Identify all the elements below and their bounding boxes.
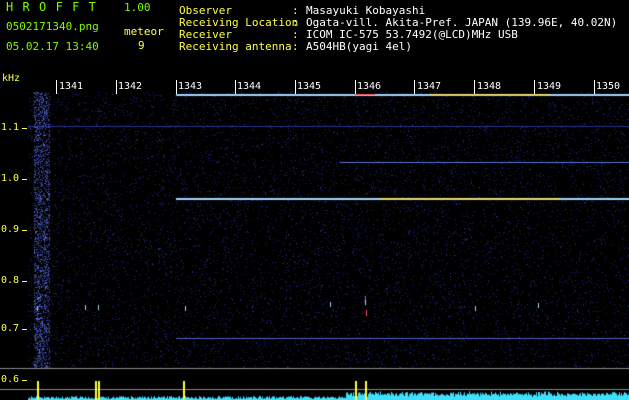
- spectrogram-canvas: [0, 0, 629, 400]
- app-version: 1.00: [124, 1, 151, 14]
- app-title: HROFFT: [6, 0, 106, 14]
- x-tick-label: 1341: [59, 81, 84, 92]
- x-tick-label: 1350: [596, 81, 621, 92]
- y-tick-label: 1.1: [1, 122, 20, 133]
- meteor-label: meteor: [124, 25, 164, 38]
- antenna-separator: :: [292, 40, 299, 53]
- x-tick-mark: [235, 80, 236, 94]
- y-tick-label: 0.7: [1, 323, 20, 334]
- y-tick-mark: [22, 329, 27, 330]
- x-tick-label: 1349: [537, 81, 562, 92]
- x-tick-mark: [474, 80, 475, 94]
- x-tick-label: 1348: [477, 81, 502, 92]
- file-name: 0502171340.png: [6, 20, 99, 33]
- y-tick-label: 0.9: [1, 224, 20, 235]
- antenna-value: A504HB(yagi 4el): [306, 40, 412, 53]
- y-tick-label: 0.6: [1, 374, 20, 385]
- y-tick-label: 0.8: [1, 275, 20, 286]
- x-tick-mark: [355, 80, 356, 94]
- x-tick-label: 1346: [357, 81, 382, 92]
- y-tick-mark: [22, 380, 27, 381]
- x-tick-mark: [295, 80, 296, 94]
- meteor-count: 9: [138, 39, 145, 52]
- x-tick-label: 1343: [178, 81, 203, 92]
- x-tick-label: 1347: [417, 81, 442, 92]
- y-tick-mark: [22, 128, 27, 129]
- x-tick-mark: [116, 80, 117, 94]
- y-tick-mark: [22, 179, 27, 180]
- x-tick-label: 1342: [118, 81, 143, 92]
- x-tick-mark: [414, 80, 415, 94]
- x-tick-mark: [176, 80, 177, 94]
- antenna-label: Receiving antenna: [179, 40, 292, 53]
- y-tick-mark: [22, 281, 27, 282]
- x-tick-label: 1345: [297, 81, 322, 92]
- x-tick-mark: [56, 80, 57, 94]
- y-tick-mark: [22, 230, 27, 231]
- x-tick-mark: [594, 80, 595, 94]
- timestamp: 05.02.17 13:40: [6, 40, 99, 53]
- x-tick-label: 1344: [237, 81, 262, 92]
- x-tick-mark: [534, 80, 535, 94]
- y-tick-label: 1.0: [1, 173, 20, 184]
- y-axis-unit: kHz: [2, 73, 21, 84]
